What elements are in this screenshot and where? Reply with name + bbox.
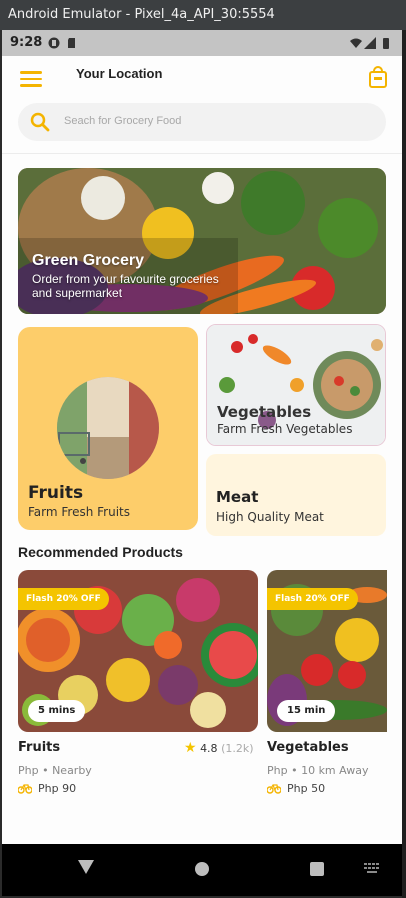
rating-count: (1.2k)	[221, 742, 254, 755]
fruits-card-subtitle: Farm Fresh Fruits	[28, 505, 130, 519]
app-header: Your Location Seach for Grocery Food	[2, 56, 402, 152]
banner-title: Green Grocery	[32, 252, 145, 269]
wifi-icon	[350, 38, 362, 48]
vegetables-card-subtitle: Farm Fresh Vegetables	[217, 422, 353, 436]
product-name: Vegetables	[267, 740, 349, 755]
green-grocery-banner[interactable]: Green Grocery Order from your favourite …	[18, 168, 386, 314]
category-fruits-card[interactable]: Fruits Farm Fresh Fruits	[18, 327, 198, 530]
fruits-card-title: Fruits	[28, 483, 84, 503]
flash-discount-badge: Flash 20% OFF	[18, 588, 109, 610]
search-icon	[30, 112, 50, 132]
product-card[interactable]: Flash 20% OFF 5 mins Fruits ★ 4.8 (1.2k)…	[18, 570, 258, 795]
category-meat-card[interactable]: Meat High Quality Meat	[206, 454, 386, 536]
sd-card-icon	[68, 38, 75, 48]
meat-card-title: Meat	[216, 488, 259, 506]
search-bar[interactable]: Seach for Grocery Food	[18, 103, 386, 141]
system-nav-bar	[2, 844, 402, 896]
category-vegetables-card[interactable]: Vegetables Farm Fresh Vegetables	[206, 324, 386, 446]
header-divider	[2, 153, 402, 154]
header-title: Your Location	[76, 66, 163, 81]
emulator-window: Android Emulator - Pixel_4a_API_30:5554 …	[0, 0, 406, 898]
keyboard-icon[interactable]	[364, 863, 380, 875]
home-button[interactable]	[195, 862, 209, 876]
window-edge	[402, 30, 406, 898]
bicycle-icon	[267, 784, 281, 794]
status-time: 9:28	[10, 35, 43, 50]
grocery-aisle-image	[57, 377, 159, 479]
product-location: Php • 10 km Away	[267, 764, 369, 777]
bicycle-icon	[18, 784, 32, 794]
status-bar: 9:28	[2, 30, 402, 56]
delivery-time-badge: 5 mins	[28, 700, 86, 722]
menu-icon[interactable]	[20, 71, 42, 87]
product-card[interactable]: Flash 20% OFF 15 min Vegetables Php • 10…	[267, 570, 387, 795]
delivery-price: Php 90	[38, 782, 77, 795]
banner-subtitle: Order from your favourite groceries and …	[32, 272, 219, 300]
notification-icon	[48, 37, 60, 49]
search-input[interactable]: Seach for Grocery Food	[64, 115, 181, 127]
delivery-price: Php 50	[287, 782, 326, 795]
window-title: Android Emulator - Pixel_4a_API_30:5554	[0, 0, 406, 30]
rating-value: 4.8	[200, 742, 218, 755]
meat-card-subtitle: High Quality Meat	[216, 510, 324, 524]
back-button[interactable]	[78, 860, 94, 874]
delivery-time-badge: 15 min	[277, 700, 336, 722]
recents-button[interactable]	[310, 862, 324, 876]
product-name: Fruits	[18, 740, 61, 755]
star-icon: ★	[184, 740, 197, 756]
flash-discount-badge: Flash 20% OFF	[267, 588, 358, 610]
battery-icon	[383, 38, 389, 49]
phone-screen: 9:28 Your Location Seach for Grocery Foo	[2, 30, 402, 896]
vegetables-card-title: Vegetables	[217, 403, 312, 421]
product-location: Php • Nearby	[18, 764, 92, 777]
shopping-bag-icon[interactable]	[368, 66, 388, 88]
recommended-title: Recommended Products	[18, 544, 183, 560]
signal-icon	[364, 37, 376, 49]
product-rating: ★ 4.8 (1.2k)	[184, 740, 254, 756]
